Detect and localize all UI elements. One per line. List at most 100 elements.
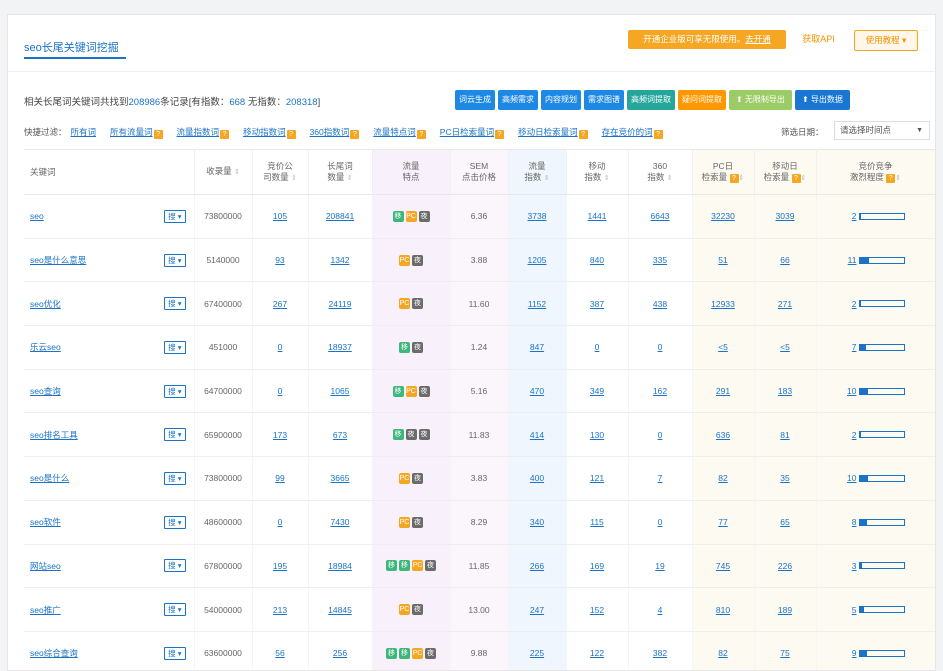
th-comp[interactable]: 竞价竞争 激烈程度 ? ⇕ [816,149,935,195]
date-select[interactable]: 请选择时间点 ▼ [834,121,930,140]
promo-link[interactable]: 去开通 [745,34,771,44]
th-360[interactable]: 360 指数 ⇕ [628,149,693,195]
get-api-button[interactable]: 获取API [791,30,846,49]
search-dropdown-button[interactable]: 搜 ▾ [164,646,186,660]
flow-index-link[interactable]: 1205 [528,255,547,265]
pc-daily-link[interactable]: 291 [716,386,730,396]
search-dropdown-button[interactable]: 搜 ▾ [164,515,186,529]
mobile-index-link[interactable]: 115 [590,517,604,527]
keyword-link[interactable]: seo是什么 [30,472,69,484]
competition-value[interactable]: 2 [847,211,857,221]
filter-link[interactable]: 移动日检索量词? [518,126,588,139]
bid-count-link[interactable]: 173 [273,430,287,440]
th-pcday[interactable]: PC日 检索量 ? ⇕ [692,149,755,195]
longtail-count-link[interactable]: 673 [333,430,347,440]
bid-count-link[interactable]: 195 [273,561,287,571]
th-flow[interactable]: 流量 指数 ⇕ [508,149,567,195]
th-bid[interactable]: 竞价公 司数量 ⇕ [252,149,309,195]
flow-index-link[interactable]: 470 [530,386,544,396]
index-360-link[interactable]: 162 [653,386,667,396]
search-dropdown-button[interactable]: 搜 ▾ [164,471,186,485]
unlimited-export-button[interactable]: ⬆ 无限制导出 [729,90,792,110]
word-cloud-button[interactable]: 词云生成 [455,90,495,110]
guide-dropdown-button[interactable]: 使用教程 ▾ [854,30,918,51]
pc-daily-link[interactable]: <5 [718,342,728,352]
filter-link[interactable]: PC日检索量词? [440,126,505,139]
question-icon[interactable]: ? [653,130,663,139]
question-icon[interactable]: ? [350,130,360,139]
question-icon[interactable]: ? [495,130,505,139]
mobile-index-link[interactable]: 387 [590,299,604,309]
mobile-daily-link[interactable]: 75 [780,648,789,658]
mobile-index-link[interactable]: 169 [590,561,604,571]
mobile-daily-link[interactable]: 271 [778,299,792,309]
bid-count-link[interactable]: 99 [275,473,284,483]
keyword-link[interactable]: seo推广 [30,604,61,616]
competition-value[interactable]: 2 [847,430,857,440]
search-dropdown-button[interactable]: 搜 ▾ [164,209,186,223]
competition-value[interactable]: 9 [847,648,857,658]
pc-daily-link[interactable]: 636 [716,430,730,440]
flow-index-link[interactable]: 247 [530,605,544,615]
mobile-index-link[interactable]: 152 [590,605,604,615]
pc-daily-link[interactable]: 745 [716,561,730,571]
keyword-link[interactable]: seo是什么意思 [30,254,86,266]
bid-count-link[interactable]: 267 [273,299,287,309]
longtail-count-link[interactable]: 18937 [328,342,352,352]
competition-value[interactable]: 8 [847,517,857,527]
mobile-index-link[interactable]: 121 [590,473,604,483]
filter-link[interactable]: 所有流量词? [110,126,163,139]
index-360-link[interactable]: 0 [658,430,663,440]
search-dropdown-button[interactable]: 搜 ▾ [164,297,186,311]
demand-graph-button[interactable]: 需求图谱 [584,90,624,110]
bid-count-link[interactable]: 105 [273,211,287,221]
flow-index-link[interactable]: 266 [530,561,544,571]
competition-value[interactable]: 3 [847,561,857,571]
flow-index-link[interactable]: 1152 [528,299,546,309]
keyword-link[interactable]: 网站seo [30,560,61,572]
keyword-link[interactable]: seo查询 [30,385,61,397]
th-longtail[interactable]: 长尾词 数量 ⇕ [308,149,373,195]
search-dropdown-button[interactable]: 搜 ▾ [164,384,186,398]
pc-daily-link[interactable]: 51 [718,255,727,265]
bid-count-link[interactable]: 0 [278,517,283,527]
longtail-count-link[interactable]: 3665 [331,473,350,483]
filter-link[interactable]: 移动指数词? [243,126,296,139]
longtail-count-link[interactable]: 1342 [331,255,350,265]
question-icon[interactable]: ? [791,173,801,183]
index-360-link[interactable]: 6643 [651,211,670,221]
mobile-index-link[interactable]: 122 [590,648,604,658]
competition-value[interactable]: 11 [847,255,857,265]
th-mday[interactable]: 移动日 检索量 ? ⇕ [754,149,817,195]
index-360-link[interactable]: 4 [658,605,663,615]
competition-value[interactable]: 2 [847,299,857,309]
mobile-index-link[interactable]: 349 [590,386,604,396]
question-icon[interactable]: ? [416,130,426,139]
filter-link[interactable]: 流量指数词? [177,126,230,139]
competition-value[interactable]: 7 [847,342,857,352]
bid-count-link[interactable]: 213 [273,605,287,615]
question-extract-button[interactable]: 疑问词提取 [678,90,726,110]
th-records[interactable]: 收录量 ⇕ [194,149,253,195]
filter-link[interactable]: 流量特点词? [373,126,426,139]
high-freq-extract-button[interactable]: 高频词提取 [627,90,675,110]
question-icon[interactable]: ? [578,130,588,139]
flow-index-link[interactable]: 225 [530,648,544,658]
question-icon[interactable]: ? [286,130,296,139]
pc-daily-link[interactable]: 810 [716,605,730,615]
longtail-count-link[interactable]: 24119 [328,299,351,309]
keyword-link[interactable]: seo排名工具 [30,429,78,441]
mobile-daily-link[interactable]: 189 [778,605,792,615]
mobile-index-link[interactable]: 130 [590,430,604,440]
longtail-count-link[interactable]: 7430 [331,517,350,527]
bid-count-link[interactable]: 0 [278,342,283,352]
content-plan-button[interactable]: 内容规划 [541,90,581,110]
index-360-link[interactable]: 19 [655,561,664,571]
mobile-index-link[interactable]: 1441 [588,211,607,221]
mobile-daily-link[interactable]: 226 [778,561,792,571]
th-mobile[interactable]: 移动 指数 ⇕ [566,149,629,195]
index-360-link[interactable]: 335 [653,255,667,265]
filter-link[interactable]: 存在竞价的词? [602,126,663,139]
search-dropdown-button[interactable]: 搜 ▾ [164,428,186,442]
pc-daily-link[interactable]: 32230 [711,211,735,221]
